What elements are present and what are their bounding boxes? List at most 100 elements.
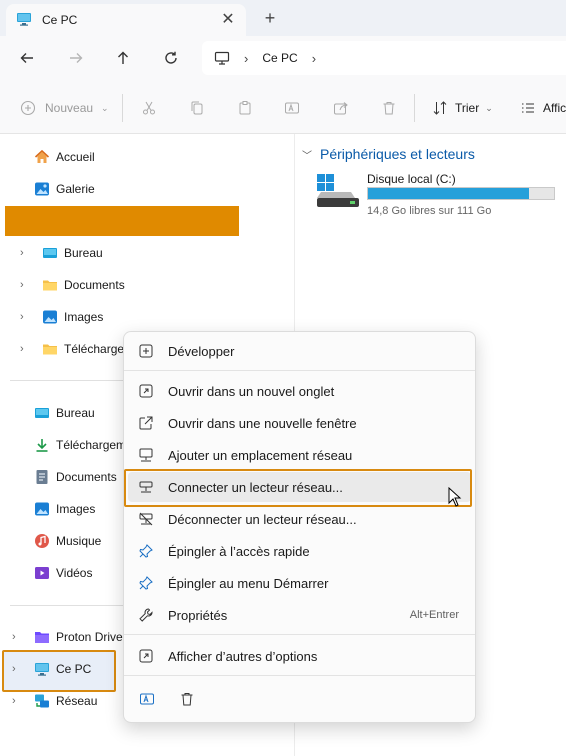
sidebar-item-label: Musique: [56, 534, 102, 548]
sidebar-item-documents[interactable]: Documents: [42, 274, 125, 296]
chevron-down-icon: ⌄: [485, 102, 493, 113]
sidebar-item-accueil[interactable]: Accueil: [34, 146, 95, 168]
chevron-right-icon[interactable]: ›: [12, 664, 22, 675]
pictures-icon: [34, 501, 50, 517]
trash-icon: [181, 693, 193, 706]
command-bar: Nouveau ⌄ Trier ⌄ Affic: [0, 80, 566, 134]
sidebar-item-label: Bureau: [64, 246, 103, 260]
breadcrumb-separator-end[interactable]: ›: [312, 51, 316, 66]
sidebar-item-videos[interactable]: Vidéos: [34, 562, 92, 584]
sidebar-item-bureau-library[interactable]: Bureau: [34, 402, 95, 424]
back-button[interactable]: [13, 44, 41, 72]
up-button[interactable]: [109, 44, 137, 72]
drive-name: Disque local (C:): [367, 172, 456, 186]
sort-button[interactable]: Trier ⌄: [432, 94, 493, 122]
menu-item-label: Développer: [168, 343, 235, 359]
trash-icon: [383, 102, 395, 115]
menu-item-shortcut: Alt+Entrer: [409, 609, 459, 621]
sidebar-item-musique[interactable]: Musique: [34, 530, 101, 552]
menu-item-label: Propriétés: [168, 607, 228, 623]
sidebar-item-label: Documents: [56, 470, 117, 484]
chevron-right-icon[interactable]: ›: [12, 696, 22, 707]
view-button[interactable]: Affic: [520, 94, 566, 122]
menu-item-label: Ouvrir dans un nouvel onglet: [168, 383, 335, 399]
delete-button[interactable]: [175, 687, 199, 711]
sidebar-item-galerie[interactable]: Galerie: [34, 178, 95, 200]
menu-separator: [124, 370, 475, 371]
sidebar-item-label: Galerie: [56, 182, 95, 196]
expand-icon: [138, 343, 154, 359]
refresh-button[interactable]: [157, 44, 185, 72]
more-options-icon: [138, 648, 154, 664]
network-location-icon: [138, 447, 154, 463]
menu-item-more-options[interactable]: Afficher d’autres d’options: [128, 641, 471, 671]
mouse-cursor-icon: [448, 486, 462, 510]
sidebar-item-label: Images: [64, 310, 104, 324]
videos-icon: [34, 565, 50, 581]
drive-usage-bar: [367, 187, 555, 200]
rename-icon: [285, 102, 299, 114]
forward-button[interactable]: [62, 44, 90, 72]
share-button[interactable]: [333, 94, 349, 122]
new-tab-button[interactable]: +: [258, 6, 282, 30]
sidebar-item-documents-library[interactable]: Documents: [34, 466, 117, 488]
copy-button[interactable]: [189, 94, 205, 122]
sidebar-item-label: Ce PC: [56, 662, 92, 676]
sidebar-item-images[interactable]: Images: [42, 306, 103, 328]
new-button-label: Nouveau: [45, 101, 94, 115]
menu-item-open-new-window[interactable]: Ouvrir dans une nouvelle fenêtre: [128, 408, 471, 438]
share-icon: [334, 102, 348, 115]
computer-outline-icon: [214, 51, 230, 65]
wrench-icon: [138, 607, 154, 623]
menu-item-label: Épingler au menu Démarrer: [168, 575, 329, 591]
menu-item-pin-start[interactable]: Épingler au menu Démarrer: [128, 568, 471, 598]
copy-icon: [191, 101, 203, 115]
menu-item-label: Ajouter un emplacement réseau: [168, 447, 353, 463]
new-button[interactable]: Nouveau ⌄: [20, 94, 109, 122]
network-icon: [34, 693, 50, 709]
sidebar-item-label: Réseau: [56, 694, 98, 708]
address-bar[interactable]: › Ce PC ›: [202, 41, 566, 75]
menu-item-properties[interactable]: Propriétés Alt+Entrer: [128, 600, 471, 630]
divider: [414, 94, 415, 122]
documents-icon: [34, 469, 50, 485]
menu-item-pin-quick-access[interactable]: Épingler à l’accès rapide: [128, 536, 471, 566]
drive-item-c[interactable]: Disque local (C:) 14,8 Go libres sur 111…: [314, 170, 560, 220]
delete-button[interactable]: [381, 94, 397, 122]
sidebar-item-label: Accueil: [56, 150, 95, 164]
proton-drive-icon: [34, 629, 50, 645]
cut-button[interactable]: [141, 94, 157, 122]
chevron-right-icon[interactable]: ›: [20, 280, 30, 291]
desktop-folder-icon: [34, 405, 50, 421]
chevron-right-icon[interactable]: ›: [20, 312, 30, 323]
group-header-devices[interactable]: ﹀ Périphériques et lecteurs: [302, 145, 475, 163]
sidebar-item-reseau[interactable]: Réseau: [34, 690, 97, 712]
paste-button[interactable]: [237, 94, 253, 122]
tab-ce-pc[interactable]: Ce PC ✕: [6, 4, 246, 36]
menu-item-disconnect-network-drive[interactable]: Déconnecter un lecteur réseau...: [128, 504, 471, 534]
menu-item-developper[interactable]: Développer: [128, 336, 471, 366]
computer-icon: [34, 661, 50, 677]
open-new-window-icon: [138, 415, 154, 431]
drive-free-space: 14,8 Go libres sur 111 Go: [367, 205, 492, 217]
gallery-icon: [34, 181, 50, 197]
plus-circle-icon: [20, 100, 36, 116]
close-tab-icon[interactable]: ✕: [218, 10, 238, 30]
sidebar-item-ce-pc[interactable]: Ce PC: [34, 658, 91, 680]
rename-button[interactable]: [135, 687, 159, 711]
sidebar-item-proton-drive[interactable]: Proton Drive: [34, 626, 123, 648]
sidebar-item-images-library[interactable]: Images: [34, 498, 95, 520]
sidebar-item-bureau[interactable]: Bureau: [42, 242, 103, 264]
menu-item-open-new-tab[interactable]: Ouvrir dans un nouvel onglet: [128, 376, 471, 406]
chevron-right-icon[interactable]: ›: [20, 248, 30, 259]
menu-item-add-network-location[interactable]: Ajouter un emplacement réseau: [128, 440, 471, 470]
breadcrumb-ce-pc[interactable]: Ce PC: [262, 51, 297, 65]
sort-button-label: Trier: [455, 101, 480, 115]
download-icon: [34, 437, 50, 453]
disconnect-network-drive-icon: [138, 511, 154, 527]
refresh-icon: [165, 51, 177, 64]
rename-button[interactable]: [284, 94, 300, 122]
chevron-right-icon[interactable]: ›: [20, 344, 30, 355]
chevron-right-icon[interactable]: ›: [12, 632, 22, 643]
hard-drive-icon: [316, 172, 360, 211]
